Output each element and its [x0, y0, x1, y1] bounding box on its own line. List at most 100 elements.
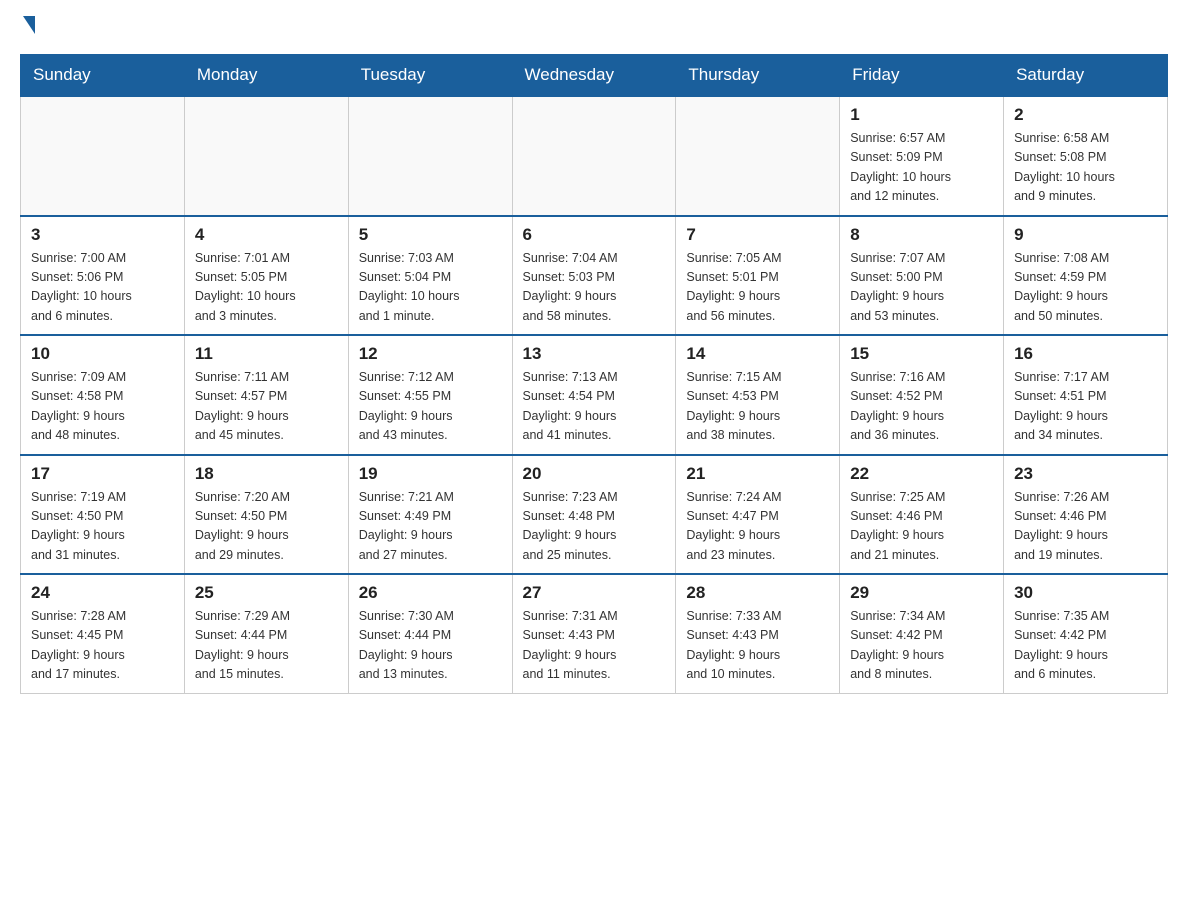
day-info: Sunrise: 7:08 AM Sunset: 4:59 PM Dayligh…	[1014, 249, 1157, 327]
day-number: 22	[850, 464, 993, 484]
day-info: Sunrise: 7:19 AM Sunset: 4:50 PM Dayligh…	[31, 488, 174, 566]
day-info: Sunrise: 7:03 AM Sunset: 5:04 PM Dayligh…	[359, 249, 502, 327]
weekday-header-wednesday: Wednesday	[512, 55, 676, 97]
weekday-header-friday: Friday	[840, 55, 1004, 97]
day-info: Sunrise: 7:15 AM Sunset: 4:53 PM Dayligh…	[686, 368, 829, 446]
day-info: Sunrise: 7:30 AM Sunset: 4:44 PM Dayligh…	[359, 607, 502, 685]
logo	[20, 20, 35, 34]
day-number: 9	[1014, 225, 1157, 245]
calendar-cell: 4 Sunrise: 7:01 AM Sunset: 5:05 PM Daylig…	[184, 216, 348, 336]
calendar-cell: 19 Sunrise: 7:21 AM Sunset: 4:49 PM Dayli…	[348, 455, 512, 575]
day-number: 20	[523, 464, 666, 484]
day-number: 2	[1014, 105, 1157, 125]
calendar-cell: 14Sunrise: 7:15 AM Sunset: 4:53 PM Dayli…	[676, 335, 840, 455]
day-info: Sunrise: 7:05 AM Sunset: 5:01 PM Dayligh…	[686, 249, 829, 327]
day-info: Sunrise: 7:04 AM Sunset: 5:03 PM Dayligh…	[523, 249, 666, 327]
day-number: 6	[523, 225, 666, 245]
day-number: 29	[850, 583, 993, 603]
weekday-header-sunday: Sunday	[21, 55, 185, 97]
day-info: Sunrise: 6:58 AM Sunset: 5:08 PM Dayligh…	[1014, 129, 1157, 207]
day-number: 3	[31, 225, 174, 245]
day-number: 19	[359, 464, 502, 484]
day-number: 30	[1014, 583, 1157, 603]
calendar-cell: 6 Sunrise: 7:04 AM Sunset: 5:03 PM Daylig…	[512, 216, 676, 336]
weekday-header-saturday: Saturday	[1004, 55, 1168, 97]
day-info: Sunrise: 7:00 AM Sunset: 5:06 PM Dayligh…	[31, 249, 174, 327]
calendar-cell: 26 Sunrise: 7:30 AM Sunset: 4:44 PM Dayli…	[348, 574, 512, 693]
calendar-cell: 2 Sunrise: 6:58 AM Sunset: 5:08 PM Daylig…	[1004, 96, 1168, 216]
calendar-cell: 27 Sunrise: 7:31 AM Sunset: 4:43 PM Dayli…	[512, 574, 676, 693]
calendar-cell: 11Sunrise: 7:11 AM Sunset: 4:57 PM Dayli…	[184, 335, 348, 455]
calendar-week-5: 24 Sunrise: 7:28 AM Sunset: 4:45 PM Dayli…	[21, 574, 1168, 693]
calendar-week-1: 1 Sunrise: 6:57 AM Sunset: 5:09 PM Daylig…	[21, 96, 1168, 216]
calendar-week-4: 17 Sunrise: 7:19 AM Sunset: 4:50 PM Dayli…	[21, 455, 1168, 575]
day-info: Sunrise: 7:21 AM Sunset: 4:49 PM Dayligh…	[359, 488, 502, 566]
day-number: 4	[195, 225, 338, 245]
calendar-cell: 1 Sunrise: 6:57 AM Sunset: 5:09 PM Daylig…	[840, 96, 1004, 216]
calendar-cell	[512, 96, 676, 216]
day-number: 27	[523, 583, 666, 603]
calendar-cell: 16Sunrise: 7:17 AM Sunset: 4:51 PM Dayli…	[1004, 335, 1168, 455]
day-info: Sunrise: 7:31 AM Sunset: 4:43 PM Dayligh…	[523, 607, 666, 685]
calendar-cell: 15 Sunrise: 7:16 AM Sunset: 4:52 PM Dayli…	[840, 335, 1004, 455]
calendar-cell: 5 Sunrise: 7:03 AM Sunset: 5:04 PM Daylig…	[348, 216, 512, 336]
day-number: 24	[31, 583, 174, 603]
day-number: 12	[359, 344, 502, 364]
day-number: 16	[1014, 344, 1157, 364]
page-header	[20, 20, 1168, 34]
calendar-cell: 22 Sunrise: 7:25 AM Sunset: 4:46 PM Dayli…	[840, 455, 1004, 575]
day-info: Sunrise: 7:24 AM Sunset: 4:47 PM Dayligh…	[686, 488, 829, 566]
day-info: Sunrise: 7:16 AM Sunset: 4:52 PM Dayligh…	[850, 368, 993, 446]
weekday-header-row: SundayMondayTuesdayWednesdayThursdayFrid…	[21, 55, 1168, 97]
day-number: 28	[686, 583, 829, 603]
calendar-cell: 23 Sunrise: 7:26 AM Sunset: 4:46 PM Dayli…	[1004, 455, 1168, 575]
day-info: Sunrise: 7:25 AM Sunset: 4:46 PM Dayligh…	[850, 488, 993, 566]
day-info: Sunrise: 7:33 AM Sunset: 4:43 PM Dayligh…	[686, 607, 829, 685]
day-number: 23	[1014, 464, 1157, 484]
day-number: 13	[523, 344, 666, 364]
day-number: 21	[686, 464, 829, 484]
day-number: 17	[31, 464, 174, 484]
day-info: Sunrise: 6:57 AM Sunset: 5:09 PM Dayligh…	[850, 129, 993, 207]
weekday-header-monday: Monday	[184, 55, 348, 97]
calendar-cell: 21 Sunrise: 7:24 AM Sunset: 4:47 PM Dayli…	[676, 455, 840, 575]
calendar-cell: 20 Sunrise: 7:23 AM Sunset: 4:48 PM Dayli…	[512, 455, 676, 575]
day-info: Sunrise: 7:29 AM Sunset: 4:44 PM Dayligh…	[195, 607, 338, 685]
day-number: 18	[195, 464, 338, 484]
calendar-cell: 17 Sunrise: 7:19 AM Sunset: 4:50 PM Dayli…	[21, 455, 185, 575]
weekday-header-tuesday: Tuesday	[348, 55, 512, 97]
day-number: 1	[850, 105, 993, 125]
day-info: Sunrise: 7:11 AM Sunset: 4:57 PM Dayligh…	[195, 368, 338, 446]
weekday-header-thursday: Thursday	[676, 55, 840, 97]
day-number: 7	[686, 225, 829, 245]
day-info: Sunrise: 7:20 AM Sunset: 4:50 PM Dayligh…	[195, 488, 338, 566]
day-info: Sunrise: 7:12 AM Sunset: 4:55 PM Dayligh…	[359, 368, 502, 446]
calendar-cell: 18 Sunrise: 7:20 AM Sunset: 4:50 PM Dayli…	[184, 455, 348, 575]
calendar-cell: 24 Sunrise: 7:28 AM Sunset: 4:45 PM Dayli…	[21, 574, 185, 693]
day-info: Sunrise: 7:28 AM Sunset: 4:45 PM Dayligh…	[31, 607, 174, 685]
calendar-cell: 25 Sunrise: 7:29 AM Sunset: 4:44 PM Dayli…	[184, 574, 348, 693]
day-number: 10	[31, 344, 174, 364]
day-info: Sunrise: 7:13 AM Sunset: 4:54 PM Dayligh…	[523, 368, 666, 446]
day-info: Sunrise: 7:23 AM Sunset: 4:48 PM Dayligh…	[523, 488, 666, 566]
calendar-cell: 13 Sunrise: 7:13 AM Sunset: 4:54 PM Dayli…	[512, 335, 676, 455]
day-info: Sunrise: 7:09 AM Sunset: 4:58 PM Dayligh…	[31, 368, 174, 446]
day-info: Sunrise: 7:26 AM Sunset: 4:46 PM Dayligh…	[1014, 488, 1157, 566]
calendar-cell: 3 Sunrise: 7:00 AM Sunset: 5:06 PM Daylig…	[21, 216, 185, 336]
day-info: Sunrise: 7:01 AM Sunset: 5:05 PM Dayligh…	[195, 249, 338, 327]
calendar-cell: 8Sunrise: 7:07 AM Sunset: 5:00 PM Daylig…	[840, 216, 1004, 336]
calendar-cell	[21, 96, 185, 216]
calendar-cell: 9 Sunrise: 7:08 AM Sunset: 4:59 PM Daylig…	[1004, 216, 1168, 336]
day-info: Sunrise: 7:07 AM Sunset: 5:00 PM Dayligh…	[850, 249, 993, 327]
day-number: 26	[359, 583, 502, 603]
calendar-cell: 7 Sunrise: 7:05 AM Sunset: 5:01 PM Daylig…	[676, 216, 840, 336]
calendar-cell: 28 Sunrise: 7:33 AM Sunset: 4:43 PM Dayli…	[676, 574, 840, 693]
calendar-cell: 12 Sunrise: 7:12 AM Sunset: 4:55 PM Dayli…	[348, 335, 512, 455]
day-number: 25	[195, 583, 338, 603]
calendar-cell	[348, 96, 512, 216]
day-number: 5	[359, 225, 502, 245]
day-number: 15	[850, 344, 993, 364]
logo-arrow-icon	[23, 16, 35, 34]
calendar-cell	[676, 96, 840, 216]
calendar-cell: 30Sunrise: 7:35 AM Sunset: 4:42 PM Dayli…	[1004, 574, 1168, 693]
